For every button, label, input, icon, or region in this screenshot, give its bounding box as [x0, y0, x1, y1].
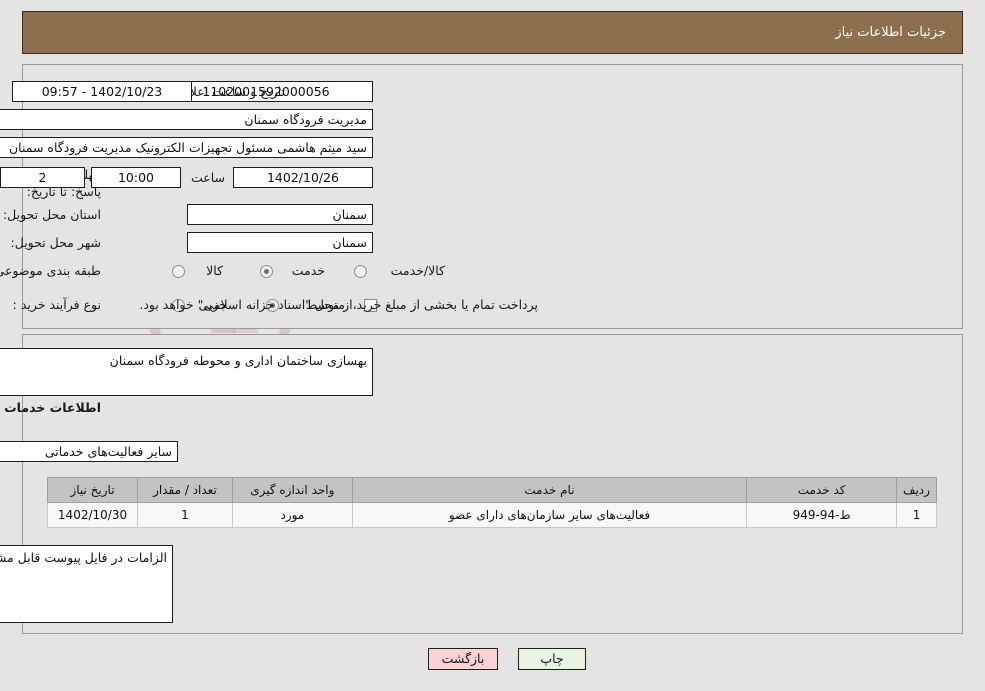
cell-need-date: 1402/10/30: [46, 502, 139, 528]
service-group-input[interactable]: [0, 441, 178, 462]
page-title: جزئیات اطلاعات نیاز: [835, 25, 946, 40]
general-need-textarea[interactable]: بهسازی ساختمان اداری و محوطه فرودگاه سمن…: [0, 348, 373, 396]
delivery-province-input[interactable]: [187, 204, 373, 225]
purchase-type-label: نوع فرآیند خرید :: [12, 297, 101, 312]
cell-service-code: ط-94-949: [746, 502, 898, 528]
classification-radio-khedmat[interactable]: [260, 265, 273, 278]
buyer-notes-textarea[interactable]: الزامات در فایل پیوست قابل مشاهده می باش…: [0, 545, 173, 623]
th-quantity: تعداد / مقدار: [137, 477, 233, 503]
classification-option-kala-khedmat-label: کالا/خدمت: [390, 263, 445, 278]
table-row: 1 ط-94-949 فعالیت‌های سایر سازمان‌های دا…: [46, 502, 937, 528]
table-header-row: ردیف کد خدمت نام خدمت واحد اندازه گیری ت…: [46, 477, 937, 503]
deadline-date-input[interactable]: [233, 167, 373, 188]
print-button[interactable]: چاپ: [518, 648, 586, 670]
announcement-datetime-input[interactable]: [12, 81, 192, 102]
classification-radio-kala-khedmat[interactable]: [354, 265, 367, 278]
th-row: ردیف: [896, 477, 937, 503]
classification-label: طبقه بندی موضوعی:: [0, 263, 101, 278]
page-root: ArtaTender.net جزئیات اطلاعات نیاز شماره…: [0, 0, 985, 691]
classification-option-khedmat-label: خدمت: [291, 263, 325, 278]
cell-quantity: 1: [137, 502, 233, 528]
classification-radio-kala[interactable]: [172, 265, 185, 278]
th-service-name: نام خدمت: [351, 477, 748, 503]
deadline-hour-label: ساعت: [190, 170, 225, 185]
treasury-bond-label: پرداخت تمام یا بخشی از مبلغ خرید،از محل …: [139, 297, 538, 312]
delivery-city-label: شهر محل تحویل:: [10, 235, 101, 250]
cell-row: 1: [896, 502, 937, 528]
services-info-heading: اطلاعات خدمات مورد نیاز: [0, 400, 101, 415]
remaining-days-input[interactable]: [0, 167, 85, 188]
buyer-org-input[interactable]: [0, 109, 373, 130]
need-info-panel: [22, 64, 963, 329]
page-title-bar: جزئیات اطلاعات نیاز: [22, 11, 963, 54]
cell-unit: مورد: [231, 502, 353, 528]
classification-option-kala-label: کالا: [206, 263, 223, 278]
back-button[interactable]: بازگشت: [428, 648, 498, 670]
cell-service-name: فعالیت‌های سایر سازمان‌های دارای عضو: [351, 502, 748, 528]
requester-input[interactable]: [0, 137, 373, 158]
delivery-province-label: استان محل تحویل:: [2, 207, 101, 222]
deadline-hour-input[interactable]: [91, 167, 181, 188]
th-unit: واحد اندازه گیری: [231, 477, 353, 503]
delivery-city-input[interactable]: [187, 232, 373, 253]
services-table: ردیف کد خدمت نام خدمت واحد اندازه گیری ت…: [46, 477, 937, 528]
th-service-code: کد خدمت: [746, 477, 898, 503]
th-need-date: تاریخ نیاز: [46, 477, 139, 503]
